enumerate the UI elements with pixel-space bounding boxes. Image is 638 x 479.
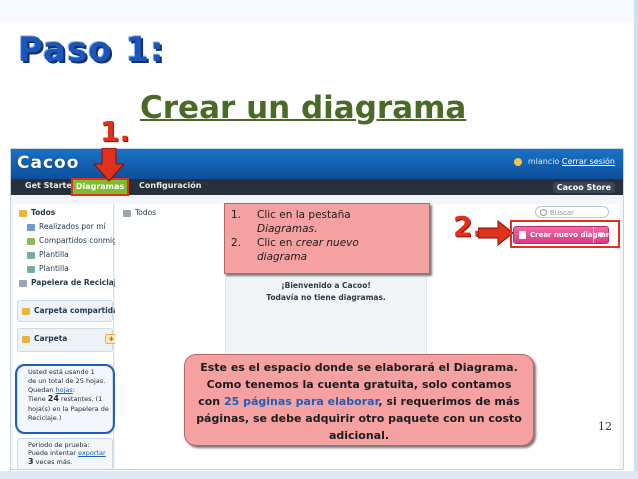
main-header-label: Todos — [135, 208, 157, 217]
store-link[interactable]: Cacoo Store — [552, 182, 615, 193]
user-area: mlancio Cerrar sesión — [514, 157, 615, 166]
template-icon — [27, 251, 35, 259]
arrow-right-icon — [478, 220, 514, 246]
nav-get-started[interactable]: Get Started — [25, 181, 78, 190]
step-text: Clic en — [257, 237, 293, 249]
folder-icon — [22, 335, 30, 343]
cacoo-logo: Cacoo — [17, 153, 80, 173]
step-text: . — [314, 223, 318, 235]
note-line-5: adicional. — [328, 429, 390, 442]
step-1-line-2: Diagramas. — [231, 222, 317, 236]
trial-info-box: Periodo de prueba: Puede intentar export… — [17, 438, 113, 469]
sidebar-item-label: Plantilla — [39, 264, 69, 273]
page-number: 12 — [598, 420, 612, 433]
trial-text: Puede intentar — [28, 449, 76, 457]
search-placeholder: Buscar — [550, 209, 574, 217]
main-header: Todos — [123, 208, 156, 217]
step-marker-1: 1. — [100, 115, 131, 148]
step-text-em: crear nuevo — [295, 237, 359, 249]
shared-folder-box: Carpeta compartida+ — [17, 300, 133, 322]
step-number: 2. — [231, 237, 242, 249]
step-text-em: Diagramas — [257, 223, 314, 235]
note-highlight-text: 25 páginas para elaborar — [223, 395, 379, 408]
user-icon — [27, 223, 35, 231]
sidebar-item-todos[interactable]: Todos — [19, 208, 55, 217]
note-line-2: Como tenemos la cuenta gratuita, solo co… — [206, 378, 512, 391]
user-name: mlancio — [527, 157, 560, 166]
slide-border-bottom — [0, 471, 638, 479]
template-icon — [27, 265, 35, 273]
slide-heading: Paso 1: — [18, 30, 165, 70]
note-text: , si requerimos de más — [378, 395, 520, 408]
search-icon — [540, 209, 547, 216]
sidebar-item-label: Carpeta compartida — [34, 306, 119, 315]
sidebar-item-label: Plantilla — [39, 250, 69, 259]
trial-count: 3 — [28, 457, 34, 466]
folder-icon — [123, 209, 131, 217]
sidebar-item-label: Carpeta — [34, 334, 68, 343]
welcome-title: ¡Bienvenido a Cacoo! — [281, 281, 371, 290]
usage-highlight — [15, 364, 115, 434]
sidebar-item-label: Realizados por mí — [39, 222, 106, 231]
users-icon — [27, 237, 35, 245]
sidebar-item-plantilla-1[interactable]: Plantilla — [27, 250, 69, 259]
logout-link[interactable]: Cerrar sesión — [562, 157, 615, 166]
trial-text: veces más. — [35, 458, 73, 466]
sidebar-item-realizados[interactable]: Realizados por mí — [27, 222, 106, 231]
folder-icon — [19, 209, 27, 217]
step-2-line-1: 2. Clic en crear nuevo — [231, 236, 359, 250]
trash-icon — [19, 279, 27, 287]
note-line-1: Este es el espacio donde se elaborará el… — [200, 361, 518, 374]
nav-configuracion[interactable]: Configuración — [139, 181, 201, 190]
step-text-em: diagrama — [257, 251, 308, 263]
export-link[interactable]: exportar — [78, 449, 106, 457]
trial-line-3: 3 veces más. — [28, 457, 73, 467]
top-band — [0, 0, 638, 22]
note-callout: Este es el espacio donde se elaborará el… — [184, 354, 534, 446]
note-text: con — [198, 395, 221, 408]
folder-icon — [22, 307, 30, 315]
slide-border-right — [634, 0, 638, 479]
sidebar-item-label: Papelera de Reciclaje — [31, 278, 122, 287]
note-line-4: páginas, se debe adquirir otro paquete c… — [196, 412, 522, 425]
user-icon — [514, 157, 523, 166]
step-2-line-2: diagrama — [231, 250, 307, 264]
sidebar-item-papelera[interactable]: Papelera de Reciclaje — [19, 278, 122, 287]
search-input[interactable]: Buscar — [535, 206, 609, 218]
welcome-subtitle: Todavía no tiene diagramas. — [266, 293, 386, 302]
create-button-highlight — [510, 220, 620, 248]
trial-line-2: Puede intentar exportar — [28, 449, 106, 458]
arrow-down-icon — [92, 148, 126, 182]
slide: Paso 1: Crear un diagrama 1. Cacoo mlanc… — [0, 0, 638, 479]
sidebar-item-label: Todos — [31, 208, 56, 217]
sidebar-item-plantilla-2[interactable]: Plantilla — [27, 264, 69, 273]
slide-title: Crear un diagrama — [140, 90, 467, 126]
step-number: 1. — [231, 209, 242, 221]
sidebar-item-carpeta[interactable]: Carpeta + — [22, 334, 118, 344]
sidebar-item-label: Compartidos conmigo — [39, 236, 122, 245]
steps-callout: 1. Clic en la pestaña Diagramas. 2. Clic e… — [224, 203, 430, 274]
sidebar-item-compartidos[interactable]: Compartidos conmigo — [27, 236, 121, 245]
note-line-3: con 25 páginas para elaborar, si requeri… — [185, 393, 533, 410]
folder-box: Carpeta + — [17, 328, 118, 352]
step-1-line-1: 1. Clic en la pestaña — [231, 208, 351, 222]
step-text: Clic en la pestaña — [257, 209, 351, 221]
